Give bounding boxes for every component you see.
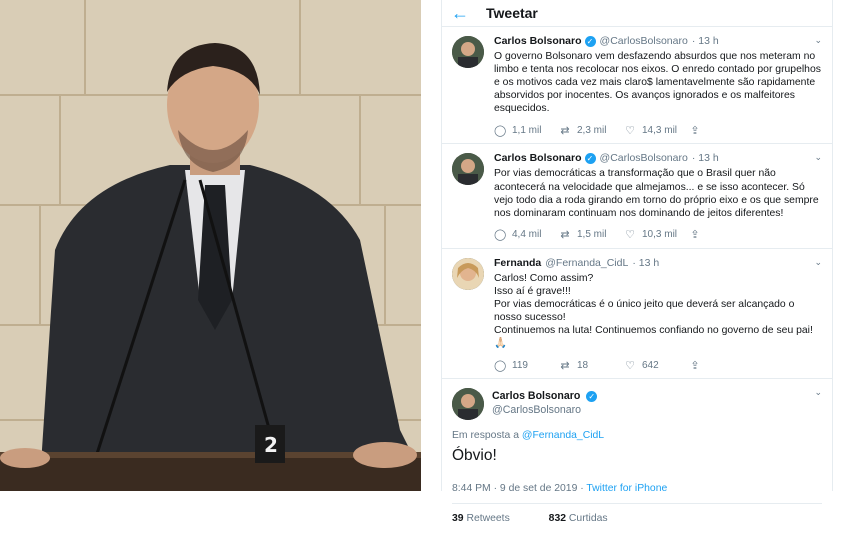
retweet-button[interactable]: ⇄ 2,3 mil	[559, 124, 624, 137]
tweet-text: Carlos! Como assim? Isso aí é grave!!! P…	[494, 272, 822, 351]
tweet-actions: ◯ 119 ⇄ 18 ♡ 642 ⇪	[494, 358, 822, 372]
retweet-count: 18	[577, 359, 589, 371]
tweet-line: Por vias democráticas é o único jeito qu…	[494, 299, 795, 324]
share-button[interactable]: ⇪	[689, 124, 707, 137]
tweet-time[interactable]: · 13 h	[632, 257, 659, 270]
tweet-source-link[interactable]: Twitter for iPhone	[586, 483, 667, 494]
reply-context: Em resposta a @Fernanda_CidL	[452, 430, 822, 441]
avatar[interactable]	[452, 36, 484, 68]
heart-icon: ♡	[625, 229, 635, 242]
tweet-line: Continuemos na luta! Continuemos confian…	[494, 325, 813, 350]
like-button[interactable]: ♡ 14,3 mil	[624, 124, 689, 137]
like-button[interactable]: ♡ 642	[624, 359, 689, 372]
verified-icon: ✓	[584, 153, 596, 165]
likes-label: Curtidas	[568, 513, 608, 525]
reply-to-link[interactable]: @Fernanda_CidL	[522, 430, 604, 441]
tweet-item[interactable]: ⌄ Carlos Bolsonaro ✓ @CarlosBolsonaro · …	[442, 27, 832, 145]
likes-count: 832	[548, 513, 567, 525]
reply-button[interactable]: ◯ 119	[494, 359, 559, 372]
tweet-line: Carlos! Como assim?	[494, 272, 594, 284]
heart-icon: ♡	[625, 359, 635, 372]
page-title: Tweetar	[486, 5, 538, 21]
chevron-down-icon[interactable]: ⌄	[814, 387, 822, 398]
retweet-count: 1,5 mil	[577, 229, 607, 241]
arrow-left-icon[interactable]: ←	[442, 0, 478, 26]
svg-text:2: 2	[264, 433, 278, 457]
chevron-down-icon[interactable]: ⌄	[814, 257, 822, 268]
speaker-photo: 2	[0, 0, 421, 491]
focused-tweet: ⌄ Carlos Bolsonaro ✓ @CarlosBolsonaro Em…	[442, 379, 832, 533]
reply-button[interactable]: ◯ 4,4 mil	[494, 228, 559, 241]
tweet-actions: ◯ 1,1 mil ⇄ 2,3 mil ♡ 14,3 mil ⇪	[494, 123, 822, 137]
tweet-time[interactable]: · 13 h	[692, 152, 719, 165]
retweet-icon: ⇄	[560, 359, 570, 372]
tweet-actions: ◯ 4,4 mil ⇄ 1,5 mil ♡ 10,3 mil ⇪	[494, 228, 822, 242]
author-handle[interactable]: @Fernanda_CidL	[545, 257, 628, 270]
tweet-text: O governo Bolsonaro vem desfazendo absur…	[494, 51, 821, 115]
tweet-line: Isso aí é grave!!!	[494, 285, 571, 297]
reply-button[interactable]: ◯ 1,1 mil	[494, 124, 559, 137]
author-name[interactable]: Carlos Bolsonaro	[494, 152, 582, 165]
tweet-datetime[interactable]: 8:44 PM · 9 de set de 2019 ·	[452, 483, 586, 494]
reply-count: 4,4 mil	[512, 229, 542, 241]
avatar[interactable]	[452, 257, 484, 290]
twitter-thread-panel: ← Tweetar ⌄ Carlos Bolsonaro ✓ @CarlosBo…	[441, 0, 833, 524]
verified-icon: ✓	[586, 391, 598, 403]
share-button[interactable]: ⇪	[689, 228, 707, 241]
share-icon: ⇪	[690, 359, 700, 372]
reply-icon: ◯	[494, 229, 507, 242]
author-name[interactable]: Carlos Bolsonaro	[492, 390, 580, 402]
tweet-time[interactable]: · 13 h	[692, 35, 719, 48]
tweet-meta: 8:44 PM · 9 de set de 2019 · Twitter for…	[452, 483, 822, 505]
like-button[interactable]: ♡ 10,3 mil	[624, 228, 689, 241]
chevron-down-icon[interactable]: ⌄	[814, 35, 822, 46]
retweet-button[interactable]: ⇄ 1,5 mil	[559, 228, 624, 241]
tweet-item[interactable]: ⌄ Fernanda @Fernanda_CidL · 13 h Carlos!…	[442, 249, 832, 380]
reply-prefix: Em resposta a	[452, 430, 522, 442]
heart-icon: ♡	[625, 124, 635, 137]
retweet-icon: ⇄	[560, 124, 570, 137]
retweet-icon: ⇄	[560, 229, 570, 242]
author-name[interactable]: Fernanda	[494, 257, 541, 270]
retweet-count: 2,3 mil	[577, 124, 607, 136]
like-count: 14,3 mil	[642, 124, 678, 136]
reply-icon: ◯	[494, 359, 507, 372]
tweet-stats: 39 Retweets 832 Curtidas	[452, 504, 822, 533]
retweets-count: 39	[452, 513, 464, 525]
share-button[interactable]: ⇪	[689, 359, 707, 372]
retweet-button[interactable]: ⇄ 18	[559, 359, 624, 372]
reply-icon: ◯	[494, 124, 507, 137]
author-handle[interactable]: @CarlosBolsonaro	[600, 35, 688, 48]
tweet-item[interactable]: ⌄ Carlos Bolsonaro ✓ @CarlosBolsonaro · …	[442, 144, 832, 249]
share-icon: ⇪	[690, 229, 700, 242]
likes-stat[interactable]: 832 Curtidas	[549, 513, 626, 524]
verified-icon: ✓	[584, 36, 596, 47]
tweet-text: Por vias democráticas a transformação qu…	[494, 168, 819, 219]
chevron-down-icon[interactable]: ⌄	[814, 152, 822, 163]
author-name[interactable]: Carlos Bolsonaro	[494, 35, 582, 48]
reply-count: 119	[512, 359, 528, 371]
tweet-text: Óbvio!	[452, 447, 497, 465]
like-count: 10,3 mil	[642, 229, 678, 241]
reply-count: 1,1 mil	[512, 124, 542, 136]
avatar[interactable]	[452, 388, 484, 421]
like-count: 642	[642, 359, 659, 371]
retweets-label: Retweets	[466, 513, 510, 525]
author-handle[interactable]: @CarlosBolsonaro	[492, 403, 597, 417]
retweets-stat[interactable]: 39 Retweets	[452, 513, 528, 524]
top-bar: ← Tweetar	[442, 0, 832, 27]
author-handle[interactable]: @CarlosBolsonaro	[600, 152, 688, 165]
avatar[interactable]	[452, 153, 484, 186]
share-icon: ⇪	[690, 124, 700, 137]
